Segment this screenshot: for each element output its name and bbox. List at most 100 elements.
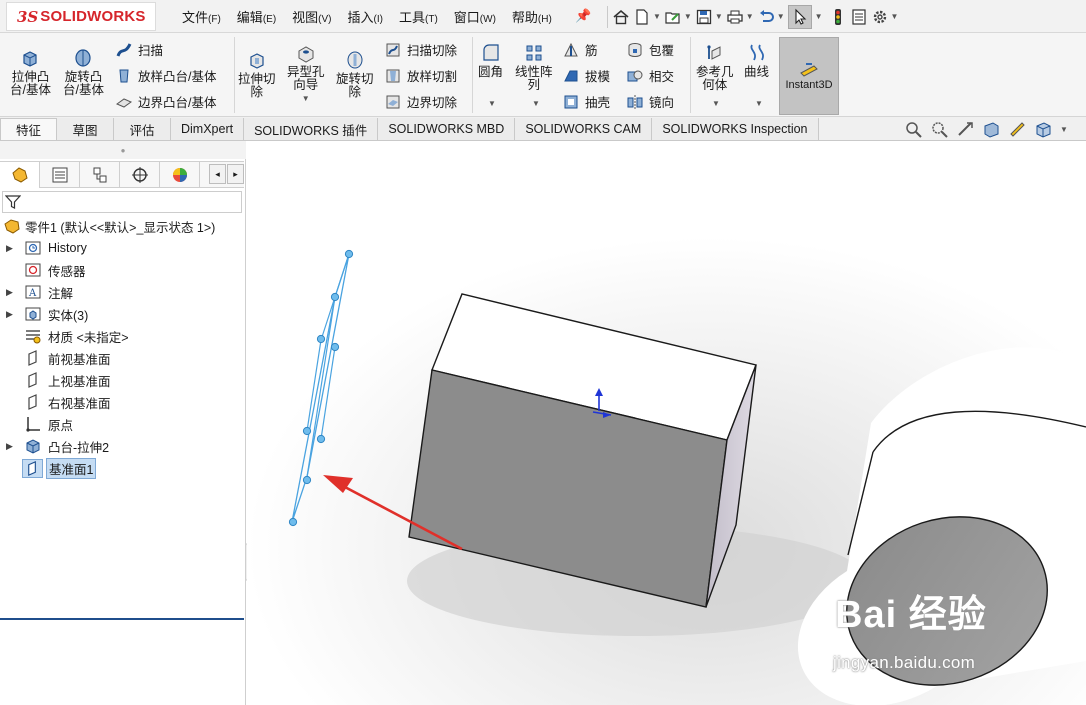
- tree-item-material[interactable]: 材质 <未指定>: [0, 325, 244, 347]
- rebuild-button[interactable]: [829, 5, 847, 29]
- shell-button[interactable]: 抽壳: [562, 92, 610, 111]
- boundary-cut-button[interactable]: 边界切除: [384, 92, 457, 111]
- tab-solidworks-addins[interactable]: SOLIDWORKS 插件: [244, 118, 379, 140]
- expand-chevron-icon[interactable]: ▶: [6, 287, 13, 298]
- panel-grip[interactable]: ●: [0, 141, 246, 159]
- dropdown-arrow-icon[interactable]: ▼: [712, 99, 720, 108]
- tree-item-plane1[interactable]: 基准面1: [0, 457, 244, 479]
- tree-item-boss-extrude2[interactable]: ▶ 凸台-拉伸2: [0, 435, 244, 457]
- tree-item-annotations[interactable]: ▶ A 注解: [0, 281, 244, 303]
- revolve-boss-button[interactable]: 旋转凸 台/基体: [63, 47, 104, 97]
- plane-handle[interactable]: [288, 517, 298, 527]
- dropdown-arrow-icon[interactable]: ▼: [715, 12, 723, 21]
- menu-edit[interactable]: 编辑(E): [237, 7, 276, 26]
- zoom-to-fit-icon[interactable]: [904, 120, 923, 138]
- file-properties-button[interactable]: [850, 5, 868, 29]
- dropdown-arrow-icon[interactable]: ▼: [755, 99, 763, 108]
- hole-wizard-button[interactable]: 异型孔 向导 ▼: [287, 42, 325, 105]
- scroll-right-icon[interactable]: ▸: [227, 164, 244, 184]
- open-button[interactable]: ▼: [664, 5, 692, 29]
- section-view-icon[interactable]: [982, 120, 1001, 138]
- previous-view-icon[interactable]: [956, 120, 975, 138]
- tree-root-part[interactable]: 零件1 (默认<<默认>_显示状态 1>): [0, 215, 244, 237]
- dropdown-arrow-icon[interactable]: ▼: [746, 12, 754, 21]
- dropdown-arrow-icon[interactable]: ▼: [815, 12, 823, 21]
- expand-chevron-icon[interactable]: ▶: [6, 441, 13, 452]
- print-button[interactable]: ▼: [726, 5, 754, 29]
- graphics-area[interactable]: Bai 经验 jingyan.baidu.com: [247, 141, 1086, 705]
- tab-display-manager[interactable]: [160, 162, 200, 188]
- tree-item-top-plane[interactable]: 上视基准面: [0, 369, 244, 391]
- expand-chevron-icon[interactable]: ▶: [6, 309, 13, 320]
- rollback-bar[interactable]: [0, 618, 244, 620]
- plane-handle[interactable]: [316, 334, 326, 344]
- tab-solidworks-cam[interactable]: SOLIDWORKS CAM: [515, 118, 653, 140]
- menu-tools[interactable]: 工具(T): [399, 7, 438, 26]
- reference-geometry-button[interactable]: 参考几 何体: [696, 42, 734, 92]
- tree-item-right-plane[interactable]: 右视基准面: [0, 391, 244, 413]
- new-button[interactable]: ▼: [633, 5, 661, 29]
- draft-button[interactable]: 拔模: [562, 66, 610, 85]
- pin-menu-icon[interactable]: 📌: [575, 8, 591, 24]
- extrude-boss-button[interactable]: 拉伸凸 台/基体: [10, 47, 51, 97]
- tree-item-origin[interactable]: 原点: [0, 413, 244, 435]
- tab-sketch[interactable]: 草图: [57, 118, 114, 140]
- plane-handle[interactable]: [330, 292, 340, 302]
- dropdown-arrow-icon[interactable]: ▼: [1060, 125, 1068, 134]
- dropdown-arrow-icon[interactable]: ▼: [488, 99, 496, 108]
- tree-item-solid-bodies[interactable]: ▶ 实体(3): [0, 303, 244, 325]
- solidworks-logo[interactable]: 3S SOLIDWORKS: [6, 2, 156, 31]
- tab-solidworks-inspection[interactable]: SOLIDWORKS Inspection: [652, 118, 819, 140]
- tab-features[interactable]: 特征: [0, 118, 57, 140]
- dropdown-arrow-icon[interactable]: ▼: [684, 12, 692, 21]
- tab-feature-manager[interactable]: [0, 162, 40, 188]
- display-style-icon[interactable]: [1034, 120, 1053, 138]
- dropdown-arrow-icon[interactable]: ▼: [532, 99, 540, 108]
- instant3d-button[interactable]: Instant3D: [779, 37, 839, 115]
- scroll-left-icon[interactable]: ◂: [209, 164, 226, 184]
- dropdown-arrow-icon[interactable]: ▼: [891, 12, 899, 21]
- menu-window[interactable]: 窗口(W): [454, 7, 496, 26]
- menu-help[interactable]: 帮助(H): [512, 7, 552, 26]
- tree-item-sensors[interactable]: 传感器: [0, 259, 244, 281]
- plane-handle[interactable]: [330, 342, 340, 352]
- extrude-cut-button[interactable]: 拉伸切 除: [238, 49, 276, 99]
- fillet-button[interactable]: 圆角: [478, 42, 503, 79]
- menu-insert[interactable]: 插入(I): [348, 7, 383, 26]
- tree-filter-field[interactable]: [2, 191, 242, 213]
- tab-configuration-manager[interactable]: [80, 162, 120, 188]
- save-button[interactable]: ▼: [695, 5, 723, 29]
- view-orientation-icon[interactable]: [1008, 120, 1027, 138]
- options-button[interactable]: ▼: [871, 5, 899, 29]
- dropdown-arrow-icon[interactable]: ▼: [653, 12, 661, 21]
- sweep-button[interactable]: 扫描: [115, 40, 163, 59]
- wrap-button[interactable]: 包覆: [626, 40, 674, 59]
- tree-item-front-plane[interactable]: 前视基准面: [0, 347, 244, 369]
- linear-pattern-button[interactable]: 线性阵 列: [515, 42, 553, 92]
- expand-chevron-icon[interactable]: ▶: [6, 243, 13, 254]
- tree-item-history[interactable]: ▶ History: [0, 237, 244, 259]
- plane-handle[interactable]: [302, 426, 312, 436]
- undo-button[interactable]: ▼: [757, 5, 785, 29]
- lofted-cut-button[interactable]: 放样切割: [384, 66, 457, 85]
- mirror-button[interactable]: 镜向: [626, 92, 674, 111]
- dropdown-arrow-icon[interactable]: ▼: [777, 12, 785, 21]
- plane-handle[interactable]: [344, 249, 354, 259]
- tab-solidworks-mbd[interactable]: SOLIDWORKS MBD: [378, 118, 516, 140]
- curves-button[interactable]: 曲线: [744, 42, 769, 79]
- tab-dimxpert[interactable]: DimXpert: [171, 118, 245, 140]
- plane-handle[interactable]: [316, 434, 326, 444]
- tab-dimxpert-manager[interactable]: [120, 162, 160, 188]
- menu-view[interactable]: 视图(V): [292, 7, 331, 26]
- select-button[interactable]: [787, 4, 812, 29]
- loft-boss-button[interactable]: 放样凸台/基体: [115, 66, 216, 85]
- tab-property-manager[interactable]: [40, 162, 80, 188]
- intersect-button[interactable]: 相交: [626, 66, 674, 85]
- rib-button[interactable]: 筋: [562, 40, 598, 59]
- dropdown-arrow-icon[interactable]: ▼: [302, 92, 310, 105]
- boundary-boss-button[interactable]: 边界凸台/基体: [115, 92, 216, 111]
- home-button[interactable]: [612, 5, 630, 29]
- zoom-to-area-icon[interactable]: [930, 120, 949, 138]
- revolve-cut-button[interactable]: 旋转切 除: [336, 49, 374, 99]
- swept-cut-button[interactable]: 扫描切除: [384, 40, 457, 59]
